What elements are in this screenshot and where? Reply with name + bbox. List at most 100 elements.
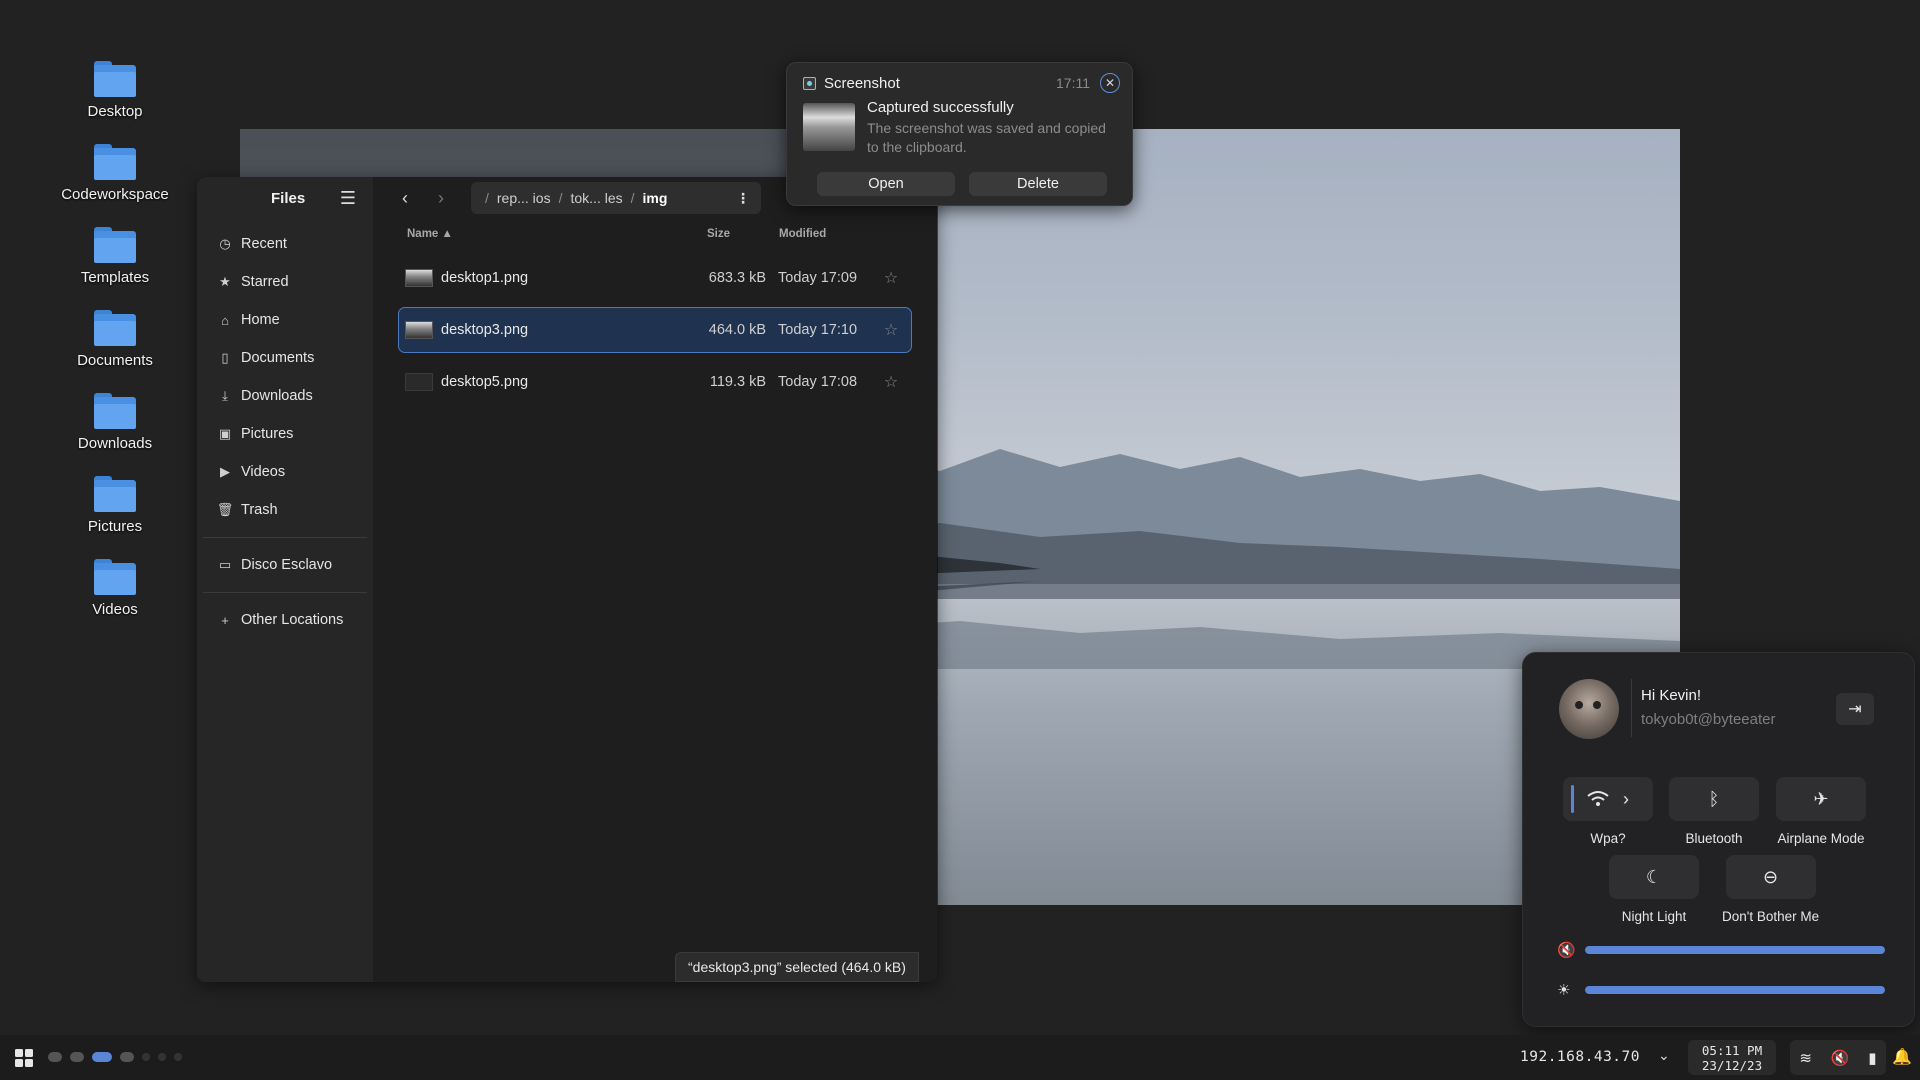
workspace-dot[interactable] <box>158 1053 166 1061</box>
do-not-disturb-icon[interactable]: ⊖ <box>1725 855 1816 899</box>
path-separator: / <box>630 190 635 206</box>
desktop-icon-desktop[interactable]: Desktop <box>40 55 190 138</box>
notification-app-name: Screenshot <box>824 74 900 92</box>
moon-icon[interactable]: ☾ <box>1609 855 1699 899</box>
sidebar-item-home[interactable]: ⌂ Home <box>197 301 373 339</box>
sidebar-divider <box>203 537 367 538</box>
sidebar-item-label: Downloads <box>241 388 313 404</box>
chevron-right-icon[interactable]: › <box>1623 789 1629 810</box>
star-icon[interactable]: ☆ <box>876 372 906 392</box>
desktop-icon-videos[interactable]: Videos <box>40 553 190 636</box>
sidebar-item-disco-esclavo[interactable]: ▭ Disco Esclavo <box>197 546 373 584</box>
chevron-down-icon[interactable]: ⌄ <box>1658 1047 1670 1064</box>
desktop-icon-templates[interactable]: Templates <box>40 221 190 304</box>
download-icon: ⤓ <box>222 388 228 403</box>
delete-button[interactable]: Delete <box>969 172 1107 196</box>
sidebar-item-other-locations[interactable]: + Other Locations <box>197 601 373 639</box>
sidebar-item-pictures[interactable]: ▣ Pictures <box>197 415 373 453</box>
file-modified: Today 17:08 <box>778 374 858 390</box>
open-button[interactable]: Open <box>817 172 955 196</box>
wifi-icon <box>1587 791 1609 806</box>
clock[interactable]: 05:11 PM 23/12/23 <box>1688 1040 1776 1075</box>
wifi-toggle[interactable]: › <box>1563 777 1653 821</box>
column-name[interactable]: Name ▲ <box>407 228 707 240</box>
bluetooth-icon[interactable]: ᛒ <box>1669 777 1759 821</box>
desktop-icon-codeworkspace[interactable]: Codeworkspace <box>40 138 190 221</box>
brightness-slider[interactable]: ☀ <box>1557 980 1887 1000</box>
star-icon: ★ <box>219 274 231 289</box>
notification-body: The screenshot was saved and copied to t… <box>867 120 1106 155</box>
sidebar-item-documents[interactable]: ▯ Documents <box>197 339 373 377</box>
desktop-icon-pictures[interactable]: Pictures <box>40 470 190 553</box>
wifi-icon: ≋ <box>1799 1049 1812 1067</box>
menu-icon[interactable]: ☰ <box>333 183 363 213</box>
files-window: Files ☰ ◷ Recent ★ Starred ⌂ Home ▯ Document… <box>197 177 937 982</box>
bluetooth-tile[interactable]: ᛒ Bluetooth <box>1669 777 1759 846</box>
sidebar-item-trash[interactable]: 🗑 Trash <box>197 491 373 529</box>
workspace-dot[interactable] <box>120 1052 134 1062</box>
volume-muted-icon: 🔇 <box>1830 1049 1850 1067</box>
table-row[interactable]: desktop1.png 683.3 kB Today 17:09 ☆ <box>399 256 911 300</box>
column-name-label: Name <box>407 228 439 240</box>
desktop-icon-documents[interactable]: Documents <box>40 304 190 387</box>
system-tray[interactable]: ≋ 🔇 ▮ <box>1790 1040 1886 1075</box>
logout-icon[interactable]: ⇥ <box>1836 693 1874 725</box>
star-icon[interactable]: ☆ <box>876 320 906 340</box>
path-segment[interactable]: tok... les <box>570 190 622 206</box>
sidebar-item-downloads[interactable]: ⤓ Downloads <box>197 377 373 415</box>
wifi-tile[interactable]: › Wpa? <box>1563 777 1653 846</box>
airplane-mode-tile[interactable]: ✈ Airplane Mode <box>1776 777 1866 846</box>
file-modified: Today 17:10 <box>778 322 858 338</box>
home-icon: ⌂ <box>221 312 229 328</box>
night-light-tile[interactable]: ☾ Night Light <box>1609 855 1699 924</box>
image-thumbnail-icon <box>405 321 433 339</box>
path-segment-current[interactable]: img <box>643 190 668 206</box>
desktop-icon-downloads[interactable]: Downloads <box>40 387 190 470</box>
folder-icon <box>94 393 136 429</box>
more-options-icon[interactable]: ⋮ <box>731 190 755 207</box>
path-segment[interactable]: rep... ios <box>497 190 551 206</box>
workspace-dot-active[interactable] <box>92 1052 112 1062</box>
workspace-indicator <box>48 1052 182 1062</box>
dont-bother-me-tile[interactable]: ⊖ Don't Bother Me <box>1722 855 1819 924</box>
volume-muted-icon[interactable]: 🔇 <box>1557 941 1577 959</box>
volume-slider[interactable]: 🔇 <box>1557 940 1887 960</box>
ip-address: 192.168.43.70 <box>1520 1049 1640 1065</box>
column-size[interactable]: Size <box>707 228 779 240</box>
folder-icon <box>94 310 136 346</box>
workspace-dot[interactable] <box>48 1052 62 1062</box>
username: tokyob0t@byteeater <box>1641 711 1776 728</box>
files-title: Files <box>271 189 306 207</box>
files-sidebar: Files ☰ ◷ Recent ★ Starred ⌂ Home ▯ Document… <box>197 177 373 982</box>
sidebar-item-recent[interactable]: ◷ Recent <box>197 225 373 263</box>
workspace-dot[interactable] <box>70 1052 84 1062</box>
folder-icon <box>94 144 136 180</box>
workspace-dot[interactable] <box>142 1053 150 1061</box>
desktop-icons: Desktop Codeworkspace Templates Document… <box>40 55 190 636</box>
folder-icon: ▭ <box>218 557 232 572</box>
workspace-dot[interactable] <box>174 1053 182 1061</box>
clock-date: 23/12/23 <box>1701 1057 1763 1073</box>
table-row[interactable]: desktop5.png 119.3 kB Today 17:08 ☆ <box>399 360 911 404</box>
back-icon[interactable]: ‹ <box>387 183 423 213</box>
sidebar-item-label: Documents <box>241 350 315 366</box>
notification-time: 17:11 <box>1056 75 1090 91</box>
bell-icon[interactable]: 🔔 <box>1892 1047 1912 1067</box>
column-modified[interactable]: Modified <box>779 228 879 240</box>
sidebar-item-starred[interactable]: ★ Starred <box>197 263 373 301</box>
airplane-icon[interactable]: ✈ <box>1776 777 1866 821</box>
column-header: Name ▲ Size Modified <box>373 219 937 249</box>
sidebar-item-label: Videos <box>241 464 286 480</box>
image-thumbnail-icon <box>405 269 433 287</box>
desktop-icon-label: Videos <box>92 601 138 618</box>
table-row[interactable]: desktop3.png 464.0 kB Today 17:10 ☆ <box>398 307 912 353</box>
star-icon[interactable]: ☆ <box>876 268 906 288</box>
brightness-level <box>1585 986 1885 994</box>
forward-icon[interactable]: › <box>423 183 459 213</box>
folder-icon <box>94 476 136 512</box>
sidebar-item-videos[interactable]: ▶ Videos <box>197 453 373 491</box>
close-icon[interactable]: ✕ <box>1100 73 1120 93</box>
greeting: Hi Kevin! <box>1641 687 1702 704</box>
folder-icon <box>94 227 136 263</box>
app-grid-icon[interactable] <box>15 1049 33 1067</box>
